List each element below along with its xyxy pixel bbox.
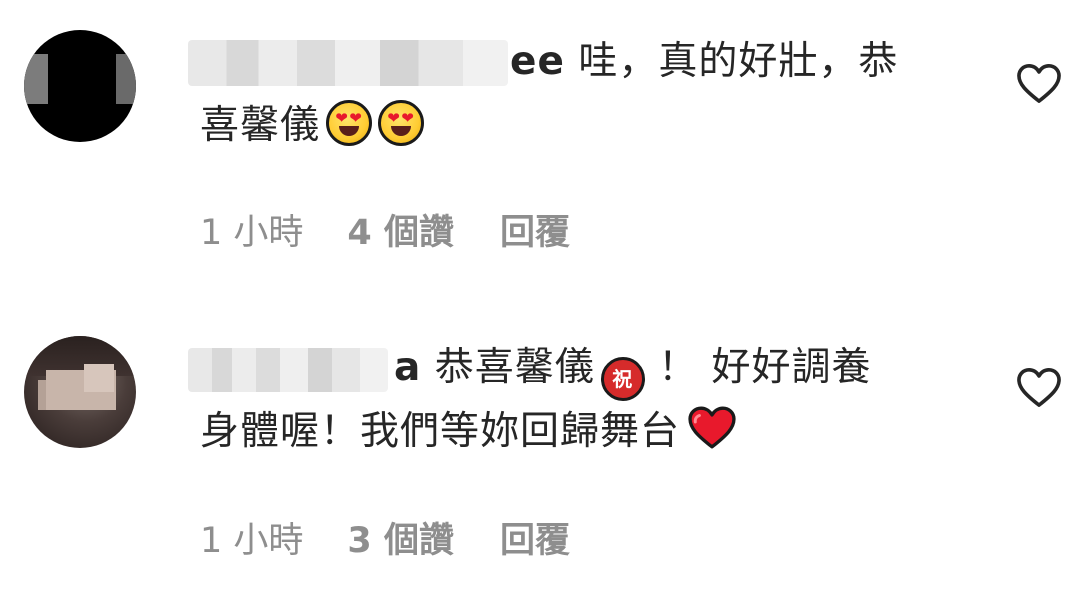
username-blurred[interactable]: [188, 348, 388, 392]
avatar[interactable]: [24, 30, 136, 142]
comment-text: ！ 好好調養: [658, 345, 872, 390]
comment-item: ee 哇，真的好壯，恭 喜馨儀 ❤ ❤ ❤ ❤ 1 小時 4 個讚 回覆: [0, 0, 1086, 300]
comment-meta: 1 小時 3 個讚 回覆: [200, 512, 570, 563]
heart-eyes-emoji-icon: ❤ ❤: [378, 100, 425, 146]
comment-time: 1 小時: [200, 213, 304, 253]
comment-item: a 恭喜馨儀祝 ！ 好好調養 身體喔！我們等妳回歸舞台 1 小時 3 個讚 回覆: [0, 300, 1086, 598]
comment-text-line2: 喜馨儀 ❤ ❤ ❤ ❤: [200, 94, 425, 158]
like-heart-icon[interactable]: [1016, 62, 1062, 104]
comment-text-line2: 身體喔！我們等妳回歸舞台: [200, 400, 738, 464]
red-heart-emoji-icon: [688, 406, 736, 449]
reply-button[interactable]: 回覆: [500, 512, 570, 563]
congratulations-badge-icon: 祝: [600, 357, 645, 401]
comment-text-line1: ee 哇，真的好壯，恭: [510, 30, 898, 94]
pixelated-mask: [84, 364, 114, 392]
pixelated-mask: [24, 54, 48, 104]
comment-text: 喜馨儀: [200, 103, 321, 148]
like-heart-icon[interactable]: [1016, 366, 1062, 408]
likes-count[interactable]: 3 個讚: [347, 512, 454, 563]
username-blurred[interactable]: [188, 40, 508, 86]
comment-time: 1 小時: [200, 521, 304, 561]
avatar[interactable]: [24, 336, 136, 448]
pixelated-mask: [116, 54, 136, 104]
username-suffix[interactable]: a: [394, 345, 421, 390]
comment-text: 身體喔！我們等妳回歸舞台: [200, 409, 681, 454]
heart-eyes-emoji-icon: ❤ ❤: [326, 100, 373, 146]
likes-count[interactable]: 4 個讚: [347, 204, 454, 255]
comment-text-line1: a 恭喜馨儀祝 ！ 好好調養: [394, 336, 872, 401]
username-suffix[interactable]: ee: [510, 39, 565, 84]
comment-text: 哇，真的好壯，恭: [578, 39, 899, 84]
reply-button[interactable]: 回覆: [500, 204, 570, 255]
comment-meta: 1 小時 4 個讚 回覆: [200, 204, 570, 255]
comment-text: 恭喜馨儀: [434, 345, 595, 390]
